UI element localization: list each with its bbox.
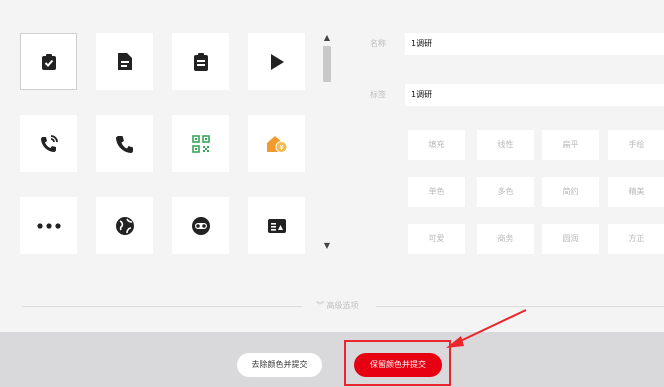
annotation-arrow-icon	[446, 309, 527, 348]
